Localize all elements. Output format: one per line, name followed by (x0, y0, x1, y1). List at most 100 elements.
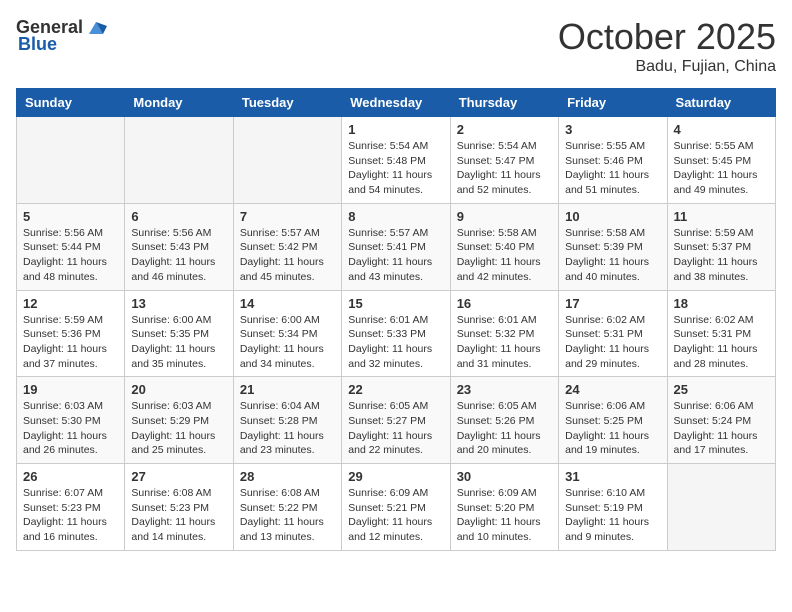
logo-icon (85, 16, 107, 38)
day-cell: 23 Sunrise: 6:05 AMSunset: 5:26 PMDayligh… (450, 377, 558, 464)
day-number: 9 (457, 209, 552, 224)
day-cell: 6 Sunrise: 5:56 AMSunset: 5:43 PMDaylight… (125, 203, 233, 290)
day-info: Sunrise: 6:06 AMSunset: 5:24 PMDaylight:… (674, 399, 769, 458)
day-number: 4 (674, 122, 769, 137)
day-number: 22 (348, 382, 443, 397)
weekday-header-wednesday: Wednesday (342, 89, 450, 117)
week-row-2: 5 Sunrise: 5:56 AMSunset: 5:44 PMDaylight… (17, 203, 776, 290)
day-info: Sunrise: 5:56 AMSunset: 5:43 PMDaylight:… (131, 226, 226, 285)
day-number: 13 (131, 296, 226, 311)
day-number: 15 (348, 296, 443, 311)
day-number: 7 (240, 209, 335, 224)
day-cell: 17 Sunrise: 6:02 AMSunset: 5:31 PMDayligh… (559, 290, 667, 377)
day-cell: 5 Sunrise: 5:56 AMSunset: 5:44 PMDaylight… (17, 203, 125, 290)
day-info: Sunrise: 6:00 AMSunset: 5:35 PMDaylight:… (131, 313, 226, 372)
weekday-header-saturday: Saturday (667, 89, 775, 117)
day-info: Sunrise: 5:59 AMSunset: 5:36 PMDaylight:… (23, 313, 118, 372)
day-number: 5 (23, 209, 118, 224)
day-info: Sunrise: 5:54 AMSunset: 5:47 PMDaylight:… (457, 139, 552, 198)
day-number: 20 (131, 382, 226, 397)
day-cell (233, 117, 341, 204)
logo: General Blue (16, 16, 107, 55)
day-info: Sunrise: 6:04 AMSunset: 5:28 PMDaylight:… (240, 399, 335, 458)
day-number: 8 (348, 209, 443, 224)
day-cell: 15 Sunrise: 6:01 AMSunset: 5:33 PMDayligh… (342, 290, 450, 377)
day-cell: 8 Sunrise: 5:57 AMSunset: 5:41 PMDaylight… (342, 203, 450, 290)
day-info: Sunrise: 5:59 AMSunset: 5:37 PMDaylight:… (674, 226, 769, 285)
logo-blue-text: Blue (16, 34, 57, 55)
week-row-3: 12Sunrise: 5:59 AMSunset: 5:36 PMDayligh… (17, 290, 776, 377)
day-cell: 2Sunrise: 5:54 AMSunset: 5:47 PMDaylight… (450, 117, 558, 204)
day-cell (17, 117, 125, 204)
day-number: 28 (240, 469, 335, 484)
day-number: 18 (674, 296, 769, 311)
day-cell: 19 Sunrise: 6:03 AMSunset: 5:30 PMDayligh… (17, 377, 125, 464)
day-cell: 10Sunrise: 5:58 AMSunset: 5:39 PMDayligh… (559, 203, 667, 290)
day-info: Sunrise: 5:55 AMSunset: 5:46 PMDaylight:… (565, 139, 660, 198)
day-info: Sunrise: 6:01 AMSunset: 5:33 PMDaylight:… (348, 313, 443, 372)
weekday-header-friday: Friday (559, 89, 667, 117)
day-number: 6 (131, 209, 226, 224)
calendar: SundayMondayTuesdayWednesdayThursdayFrid… (16, 88, 776, 551)
month-title: October 2025 (558, 16, 776, 58)
day-cell (667, 464, 775, 551)
day-number: 31 (565, 469, 660, 484)
day-info: Sunrise: 6:02 AMSunset: 5:31 PMDaylight:… (674, 313, 769, 372)
day-number: 23 (457, 382, 552, 397)
day-info: Sunrise: 6:02 AMSunset: 5:31 PMDaylight:… (565, 313, 660, 372)
day-cell: 30Sunrise: 6:09 AMSunset: 5:20 PMDayligh… (450, 464, 558, 551)
day-cell: 21 Sunrise: 6:04 AMSunset: 5:28 PMDayligh… (233, 377, 341, 464)
day-cell: 12Sunrise: 5:59 AMSunset: 5:36 PMDayligh… (17, 290, 125, 377)
week-row-5: 26 Sunrise: 6:07 AMSunset: 5:23 PMDayligh… (17, 464, 776, 551)
day-info: Sunrise: 6:05 AMSunset: 5:27 PMDaylight:… (348, 399, 443, 458)
day-number: 26 (23, 469, 118, 484)
day-info: Sunrise: 5:56 AMSunset: 5:44 PMDaylight:… (23, 226, 118, 285)
day-cell: 14 Sunrise: 6:00 AMSunset: 5:34 PMDayligh… (233, 290, 341, 377)
day-number: 14 (240, 296, 335, 311)
day-info: Sunrise: 6:08 AMSunset: 5:22 PMDaylight:… (240, 486, 335, 545)
day-cell: 31 Sunrise: 6:10 AMSunset: 5:19 PMDayligh… (559, 464, 667, 551)
day-number: 27 (131, 469, 226, 484)
weekday-header-monday: Monday (125, 89, 233, 117)
day-info: Sunrise: 5:57 AMSunset: 5:42 PMDaylight:… (240, 226, 335, 285)
day-number: 21 (240, 382, 335, 397)
day-cell: 25 Sunrise: 6:06 AMSunset: 5:24 PMDayligh… (667, 377, 775, 464)
day-cell: 22 Sunrise: 6:05 AMSunset: 5:27 PMDayligh… (342, 377, 450, 464)
day-info: Sunrise: 6:09 AMSunset: 5:21 PMDaylight:… (348, 486, 443, 545)
day-info: Sunrise: 6:01 AMSunset: 5:32 PMDaylight:… (457, 313, 552, 372)
day-number: 19 (23, 382, 118, 397)
day-cell: 9Sunrise: 5:58 AMSunset: 5:40 PMDaylight… (450, 203, 558, 290)
day-info: Sunrise: 6:07 AMSunset: 5:23 PMDaylight:… (23, 486, 118, 545)
day-info: Sunrise: 6:00 AMSunset: 5:34 PMDaylight:… (240, 313, 335, 372)
day-number: 3 (565, 122, 660, 137)
day-info: Sunrise: 5:55 AMSunset: 5:45 PMDaylight:… (674, 139, 769, 198)
day-cell: 29 Sunrise: 6:09 AMSunset: 5:21 PMDayligh… (342, 464, 450, 551)
day-info: Sunrise: 6:03 AMSunset: 5:30 PMDaylight:… (23, 399, 118, 458)
weekday-header-row: SundayMondayTuesdayWednesdayThursdayFrid… (17, 89, 776, 117)
day-cell: 7 Sunrise: 5:57 AMSunset: 5:42 PMDaylight… (233, 203, 341, 290)
location-title: Badu, Fujian, China (558, 58, 776, 76)
day-info: Sunrise: 6:10 AMSunset: 5:19 PMDaylight:… (565, 486, 660, 545)
day-cell: 24 Sunrise: 6:06 AMSunset: 5:25 PMDayligh… (559, 377, 667, 464)
day-number: 10 (565, 209, 660, 224)
day-number: 29 (348, 469, 443, 484)
day-cell: 13 Sunrise: 6:00 AMSunset: 5:35 PMDayligh… (125, 290, 233, 377)
day-number: 24 (565, 382, 660, 397)
day-info: Sunrise: 6:03 AMSunset: 5:29 PMDaylight:… (131, 399, 226, 458)
day-info: Sunrise: 6:05 AMSunset: 5:26 PMDaylight:… (457, 399, 552, 458)
day-info: Sunrise: 6:06 AMSunset: 5:25 PMDaylight:… (565, 399, 660, 458)
day-number: 25 (674, 382, 769, 397)
day-number: 17 (565, 296, 660, 311)
week-row-4: 19 Sunrise: 6:03 AMSunset: 5:30 PMDayligh… (17, 377, 776, 464)
day-cell: 1Sunrise: 5:54 AMSunset: 5:48 PMDaylight… (342, 117, 450, 204)
title-area: October 2025 Badu, Fujian, China (558, 16, 776, 76)
day-info: Sunrise: 5:57 AMSunset: 5:41 PMDaylight:… (348, 226, 443, 285)
day-number: 11 (674, 209, 769, 224)
header: General Blue October 2025 Badu, Fujian, … (16, 16, 776, 76)
week-row-1: 1Sunrise: 5:54 AMSunset: 5:48 PMDaylight… (17, 117, 776, 204)
day-cell: 28 Sunrise: 6:08 AMSunset: 5:22 PMDayligh… (233, 464, 341, 551)
day-number: 30 (457, 469, 552, 484)
day-cell (125, 117, 233, 204)
day-number: 16 (457, 296, 552, 311)
day-cell: 16 Sunrise: 6:01 AMSunset: 5:32 PMDayligh… (450, 290, 558, 377)
